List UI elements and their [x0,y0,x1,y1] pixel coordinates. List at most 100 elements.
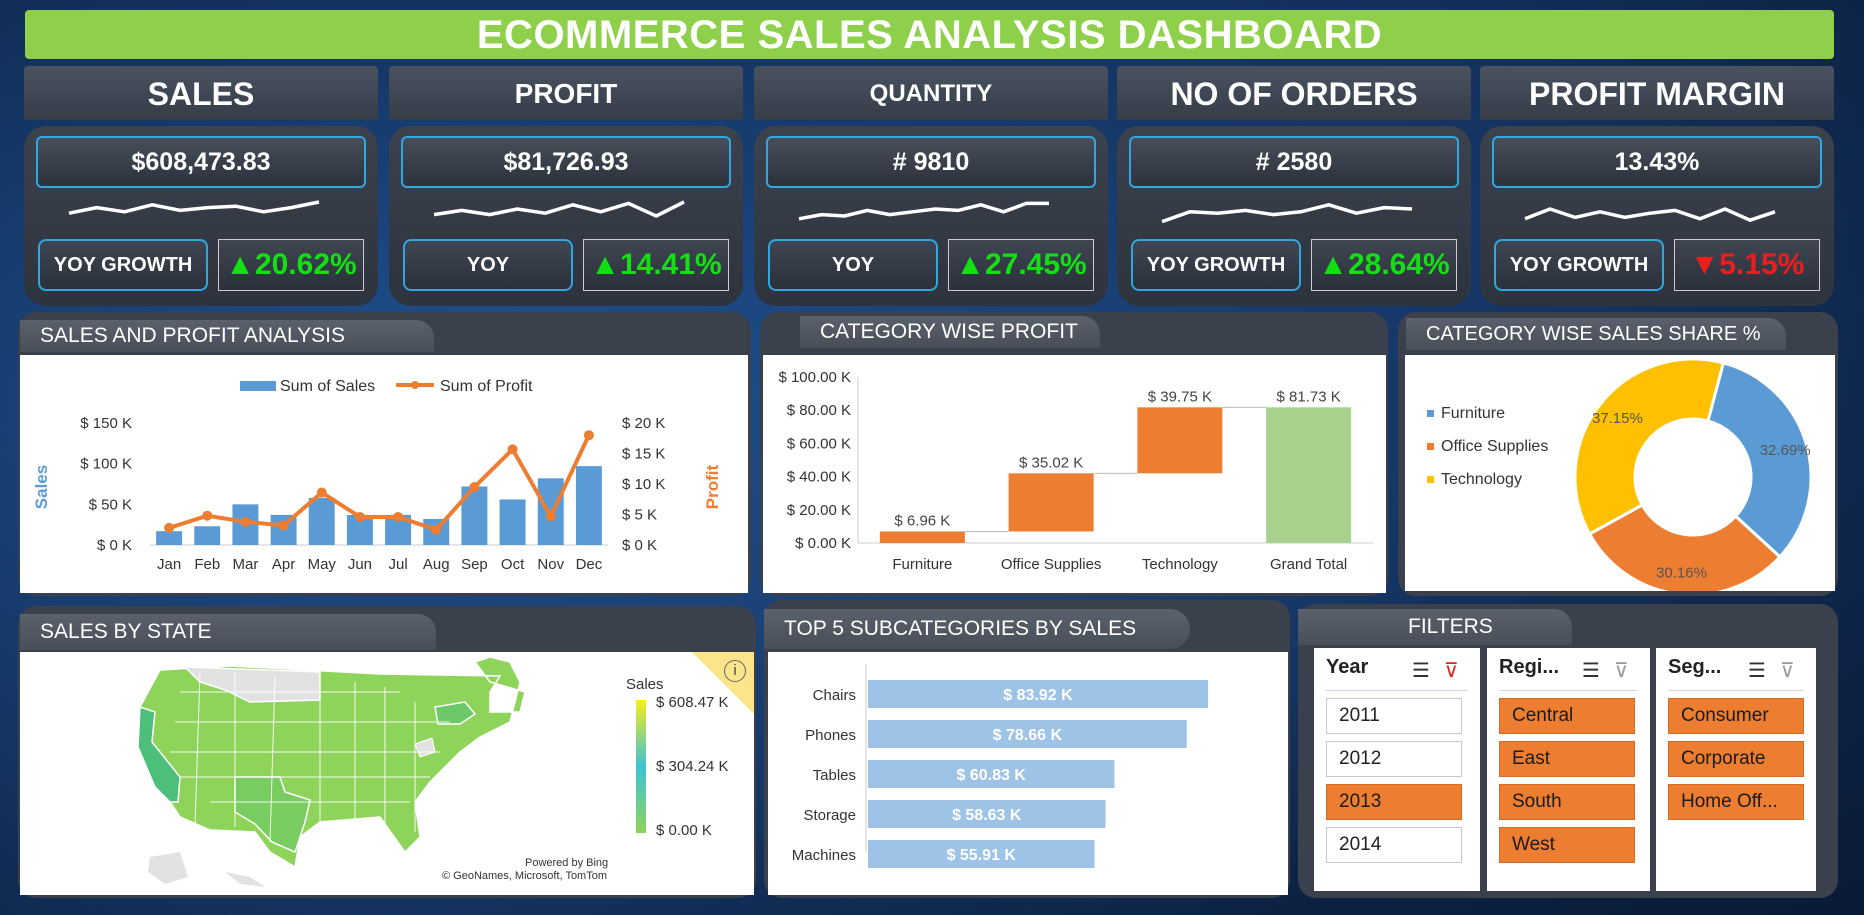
map-legend-title: Sales [626,676,664,693]
slicer-divider [1499,690,1638,691]
kpi-value: $81,726.93 [401,136,731,188]
x-tick-label: Jun [348,556,372,573]
kpi-yoy-label: YOY GROWTH [1494,239,1664,291]
x-tick-label: Apr [272,556,295,573]
kpi-body: $81,726.93 YOY ▲14.41% [389,126,743,306]
kpi-body: # 2580 YOY GROWTH ▲28.64% [1117,126,1471,306]
kpi-label: PROFIT MARGIN [1480,66,1834,120]
y-tick-left: $ 50 K [89,496,132,513]
kpi-value: # 9810 [766,136,1096,188]
y-tick: $ 20.00 K [787,502,851,519]
donut-slice [1573,357,1726,536]
kpi-yoy-label: YOY GROWTH [38,239,208,291]
profit-point [278,520,289,531]
multi-select-icon[interactable]: ☰ [1748,658,1766,683]
slicer-item[interactable]: East [1499,741,1635,777]
slicer-item[interactable]: 2012 [1326,741,1462,777]
y-tick-left: $ 150 K [80,415,132,432]
x-tick-label: Technology [1142,556,1218,573]
hawaii-shape [225,872,265,887]
kpi-body: 13.43% YOY GROWTH ▼5.15% [1480,126,1834,306]
clear-filter-icon[interactable]: ⊽ [1444,658,1459,683]
sparkline-path [1524,207,1776,222]
kpi-card-no-of-orders: NO OF ORDERS # 2580 YOY GROWTH ▲28.64% [1117,66,1471,306]
sales-profit-title: SALES AND PROFIT ANALYSIS [20,320,434,352]
bar-value-label: $ 78.66 K [993,727,1063,744]
kpi-label: SALES [24,66,378,120]
top5-chart-area: Chairs $ 83.92 K Phones $ 78.66 K Tables $ 60… [768,652,1288,895]
usa-map-shape [137,656,526,869]
y-tick-right: $ 20 K [622,415,665,432]
category-profit-title: CATEGORY WISE PROFIT [800,316,1100,348]
bar-value-label: $ 83.92 K [1003,687,1073,704]
dashboard-title: ECOMMERCE SALES ANALYSIS DASHBOARD [25,10,1834,59]
kpi-value: 13.43% [1492,136,1822,188]
category-share-chart-area: 32.69% 30.16% 37.15% Furniture Office Suppli… [1405,355,1835,597]
slicer-item[interactable]: 2011 [1326,698,1462,734]
clear-filter-icon[interactable]: ⊽ [1614,658,1629,683]
sales-bar [194,526,221,545]
bar-value-label: $ 55.91 K [947,847,1017,864]
profit-point [393,511,404,522]
kpi-sparkline [1161,203,1413,224]
map-legend-mid: $ 304.24 K [656,758,729,775]
kpi-growth-value: ▲14.41% [583,239,729,291]
slicer-item[interactable]: West [1499,827,1635,863]
map-credit-geonames: © GeoNames, Microsoft, TomTom [442,870,607,882]
top5-title: TOP 5 SUBCATEGORIES BY SALES [764,609,1190,649]
y-axis-title-left: Sales [32,465,51,509]
map-legend-min: $ 0.00 K [656,822,712,839]
slicer-item[interactable]: Corporate [1668,741,1804,777]
y-tick-right: $ 15 K [622,446,665,463]
category-profit-chart: $ 0.00 K $ 20.00 K $ 40.00 K $ 60.00 K $ 80.… [778,369,1373,573]
slicer-item[interactable]: Home Off... [1668,784,1804,820]
x-tick-label: Grand Total [1270,556,1347,573]
clear-filter-icon[interactable]: ⊽ [1780,658,1795,683]
kpi-card-profit-margin: PROFIT MARGIN 13.43% YOY GROWTH ▼5.15% [1480,66,1834,306]
slicer-segment: Seg... ☰ ⊽ Consumer Corporate Home Off... [1656,648,1816,891]
profit-point [316,487,327,498]
kpi-card-profit: PROFIT $81,726.93 YOY ▲14.41% [389,66,743,306]
kpi-card-quantity: QUANTITY # 9810 YOY ▲27.45% [754,66,1108,306]
legend-profit-marker [411,381,419,389]
kpi-label: NO OF ORDERS [1117,66,1471,120]
slicer-divider [1668,690,1804,691]
data-label: $ 35.02 K [1019,454,1083,471]
top5-chart: Chairs $ 83.92 K Phones $ 78.66 K Tables $ 60… [792,664,1208,868]
slicer-item[interactable]: 2013 [1326,784,1462,820]
legend-sales-swatch [240,381,276,391]
y-tick: $ 80.00 K [787,402,851,419]
waterfall-bar [879,531,965,543]
bar-value-label: $ 58.63 K [952,807,1022,824]
slice-label: 37.15% [1592,410,1643,427]
slicer-item[interactable]: Consumer [1668,698,1804,734]
slicer-item[interactable]: 2014 [1326,827,1462,863]
legend-label: Technology [1441,471,1522,488]
slicer-header: Seg... [1668,656,1722,678]
kpi-yoy-label: YOY [768,239,938,291]
slicer-header: Regi... [1499,656,1560,678]
slicer-item[interactable]: South [1499,784,1635,820]
state-map-area[interactable]: Sales $ 608.47 K $ 304.24 K $ 0.00 K Pow… [20,652,754,895]
sparkline-path [1161,203,1413,224]
kpi-growth-value: ▲27.45% [948,239,1094,291]
profit-point [240,516,251,527]
data-label: $ 6.96 K [894,512,950,529]
x-tick-label: Feb [194,556,220,573]
data-label: $ 81.73 K [1277,388,1341,405]
kpi-sparkline [433,200,685,218]
multi-select-icon[interactable]: ☰ [1582,658,1600,683]
y-tick-label: Chairs [813,687,856,704]
kpi-growth-value: ▼5.15% [1674,239,1820,291]
x-tick-label: Jan [157,556,181,573]
info-icon[interactable]: i [724,660,746,682]
kpi-label: PROFIT [389,66,743,120]
kpi-sparkline [798,201,1049,221]
slicer-item[interactable]: Central [1499,698,1635,734]
sales-profit-chart-area: Sum of Sales Sum of Profit Sales Profit $ 0 … [20,355,748,593]
filters-title: FILTERS [1298,609,1572,645]
y-axis-title-right: Profit [703,464,722,509]
slicer-year: Year ☰ ⊽ 2011 2012 2013 2014 [1314,648,1480,891]
x-tick-label: Furniture [892,556,952,573]
multi-select-icon[interactable]: ☰ [1412,658,1430,683]
